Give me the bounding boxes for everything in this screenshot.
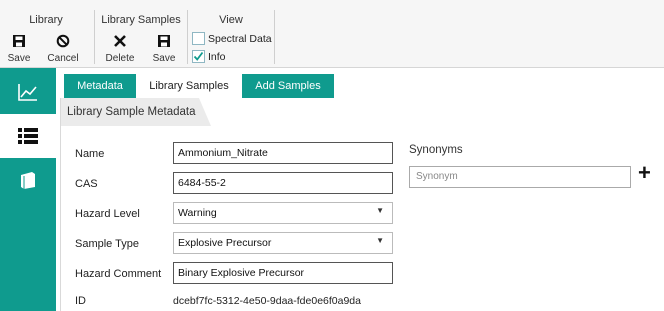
spectral-data-label: Spectral Data (208, 32, 272, 45)
ribbon-group-title: Library (29, 14, 63, 26)
tab-add-samples[interactable]: Add Samples (242, 74, 334, 98)
samples-delete-button[interactable]: Delete (102, 34, 138, 66)
tab-metadata[interactable]: Metadata (64, 74, 136, 98)
info-option[interactable]: Info (192, 50, 226, 63)
ribbon-group-library-samples: Library Samples Delete Save (96, 0, 186, 66)
dropdown-arrow-icon: ▼ (376, 206, 384, 215)
library-save-label: Save (7, 53, 31, 64)
hazard-level-value: Warning (178, 207, 217, 219)
tab-library-samples[interactable]: Library Samples (140, 74, 238, 98)
hazard-level-select[interactable]: Warning ▼ (173, 202, 393, 224)
hazard-comment-field[interactable]: Binary Explosive Precursor (173, 262, 393, 284)
id-label: ID (75, 295, 86, 307)
add-synonym-plus-icon[interactable]: + (638, 162, 651, 184)
book-icon (21, 172, 35, 189)
list-icon (18, 128, 38, 144)
cancel-icon (44, 34, 82, 52)
synonyms-title: Synonyms (409, 144, 463, 156)
cas-field[interactable]: 6484-55-2 (173, 172, 393, 194)
library-save-button[interactable]: Save (2, 34, 36, 66)
sample-type-select[interactable]: Explosive Precursor ▼ (173, 232, 393, 254)
info-label: Info (208, 50, 226, 63)
save-icon (2, 34, 36, 52)
section-title: Library Sample Metadata (67, 106, 196, 118)
delete-x-icon (102, 34, 138, 52)
ribbon-toolbar: Library Save Cancel Library Samples Dele… (0, 0, 664, 68)
nav-book-button[interactable] (0, 158, 56, 202)
sample-metadata-panel: Library Sample Metadata Name Ammonium_Ni… (60, 98, 664, 311)
sample-type-value: Explosive Precursor (178, 237, 272, 249)
save-icon (148, 34, 180, 52)
nav-chart-button[interactable] (0, 70, 56, 114)
name-field[interactable]: Ammonium_Nitrate (173, 142, 393, 164)
left-navigation-bar (0, 68, 56, 311)
synonym-input[interactable]: Synonym (409, 166, 631, 188)
cas-label: CAS (75, 178, 98, 190)
nav-list-button[interactable] (0, 114, 56, 158)
ribbon-separator (274, 10, 275, 64)
id-value: dcebf7fc-5312-4e50-9daa-fde0e6f0a9da (173, 295, 361, 307)
ribbon-separator (94, 10, 95, 64)
spectral-data-checkbox[interactable] (192, 32, 205, 45)
hazard-level-label: Hazard Level (75, 208, 140, 220)
chart-icon (18, 84, 37, 101)
ribbon-group-title: View (219, 14, 243, 26)
hazard-comment-label: Hazard Comment (75, 268, 162, 280)
info-checkbox[interactable] (192, 50, 205, 63)
checkmark-icon (193, 51, 204, 61)
library-cancel-label: Cancel (47, 53, 79, 64)
spectral-data-option[interactable]: Spectral Data (192, 32, 272, 45)
tab-bar: Metadata Library Samples Add Samples (56, 68, 664, 98)
library-cancel-button[interactable]: Cancel (44, 34, 82, 66)
samples-save-label: Save (152, 53, 176, 64)
sample-type-label: Sample Type (75, 238, 140, 250)
name-label: Name (75, 148, 105, 160)
dropdown-arrow-icon: ▼ (376, 236, 384, 245)
samples-delete-label: Delete (105, 53, 135, 64)
ribbon-group-title: Library Samples (101, 14, 181, 26)
ribbon-group-library: Library Save Cancel (0, 0, 92, 66)
samples-save-button[interactable]: Save (148, 34, 180, 66)
section-header: Library Sample Metadata (61, 98, 211, 126)
